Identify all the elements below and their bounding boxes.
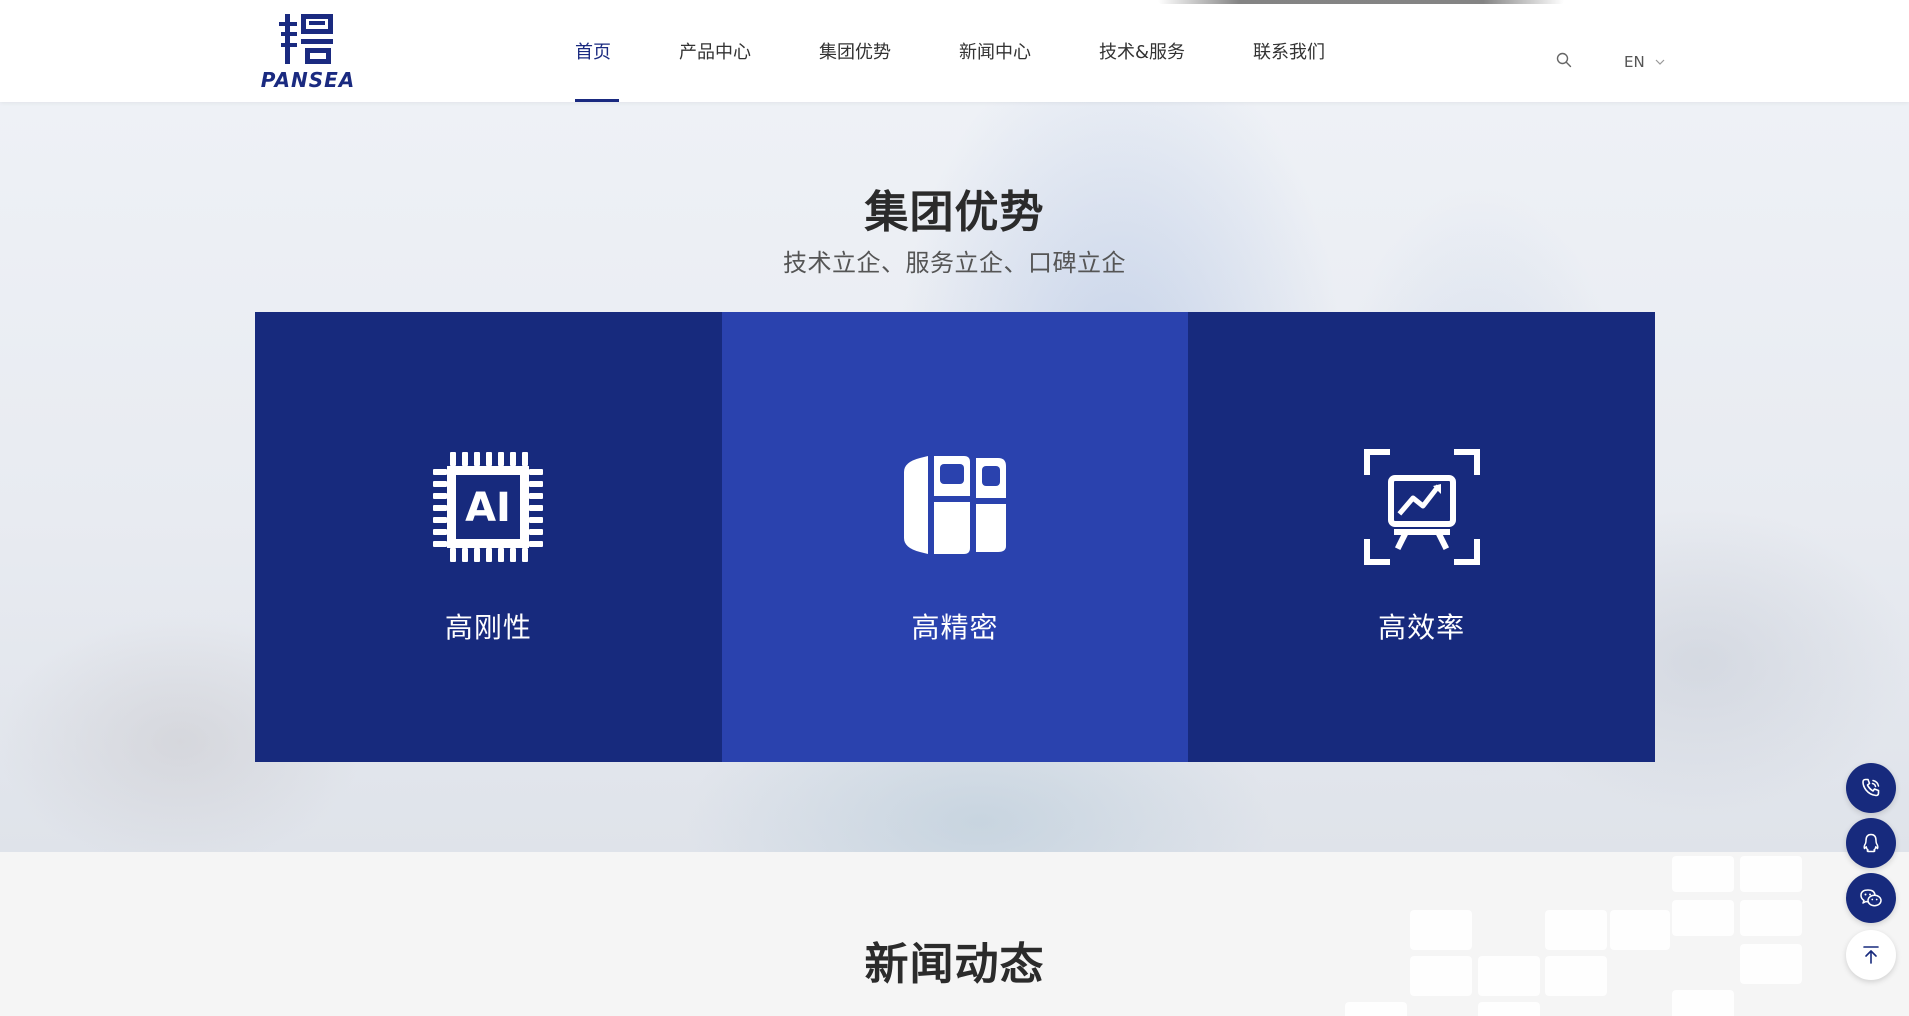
nav-item-home[interactable]: 首页 xyxy=(575,0,619,102)
news-section: 新闻动态 xyxy=(0,852,1909,1016)
section-title: 集团优势 xyxy=(864,187,1045,238)
phone-icon xyxy=(1862,778,1880,797)
back-to-top-icon xyxy=(1863,946,1879,964)
card-label: 高效率 xyxy=(1378,611,1466,644)
float-qq-button[interactable] xyxy=(1846,818,1896,868)
nav-item-advantages[interactable]: 集团优势 xyxy=(819,0,891,102)
language-label: EN xyxy=(1624,53,1645,71)
site-header: PANSEA 首页 产品中心 集团优势 新闻中心 技术&服务 联系我们 EN xyxy=(0,0,1909,102)
advantage-card-rigidity[interactable]: AI 高刚性 xyxy=(255,312,722,762)
ai-chip-icon: AI xyxy=(423,442,553,572)
nav-item-tech-service[interactable]: 技术&服务 xyxy=(1099,0,1185,102)
news-title: 新闻动态 xyxy=(864,939,1045,990)
float-phone-button[interactable] xyxy=(1846,763,1896,813)
search-icon xyxy=(1556,52,1572,68)
advantage-card-efficiency[interactable]: 高效率 xyxy=(1188,312,1655,762)
logo-mark-icon xyxy=(279,14,333,64)
language-switcher[interactable]: EN xyxy=(1624,52,1665,72)
float-wechat-button[interactable] xyxy=(1846,873,1896,923)
decorative-tile xyxy=(1478,1002,1540,1016)
decorative-tile xyxy=(1672,990,1734,1016)
nav-item-products[interactable]: 产品中心 xyxy=(679,0,751,102)
logo-text: PANSEA xyxy=(260,68,356,92)
main-nav: 首页 产品中心 集团优势 新闻中心 技术&服务 联系我们 xyxy=(560,0,1325,102)
chevron-down-icon xyxy=(1655,59,1665,65)
svg-text:AI: AI xyxy=(465,485,511,531)
back-to-top-button[interactable] xyxy=(1846,930,1896,980)
decorative-tile xyxy=(1672,856,1734,892)
wechat-icon xyxy=(1860,889,1882,907)
advantage-section: 集团优势 技术立企、服务立企、口碑立企 AI 高刚性 高精密 高效率 xyxy=(0,102,1909,852)
precision-blocks-icon xyxy=(890,442,1020,572)
card-label: 高刚性 xyxy=(444,611,532,644)
logo[interactable]: PANSEA xyxy=(244,12,372,92)
advantage-card-precision[interactable]: 高精密 xyxy=(721,312,1189,762)
presentation-chart-icon xyxy=(1357,442,1487,572)
nav-item-contact[interactable]: 联系我们 xyxy=(1253,0,1325,102)
nav-item-news[interactable]: 新闻中心 xyxy=(959,0,1031,102)
section-subtitle: 技术立企、服务立企、口碑立企 xyxy=(783,249,1126,277)
decorative-tile xyxy=(1345,1002,1407,1016)
qq-icon xyxy=(1863,833,1879,853)
page: PANSEA 首页 产品中心 集团优势 新闻中心 技术&服务 联系我们 EN 集… xyxy=(0,0,1909,1016)
search-button[interactable] xyxy=(1556,52,1574,70)
advantage-cards: AI 高刚性 高精密 高效率 xyxy=(255,312,1655,762)
card-label: 高精密 xyxy=(911,611,999,644)
decorative-tile xyxy=(1740,856,1802,892)
